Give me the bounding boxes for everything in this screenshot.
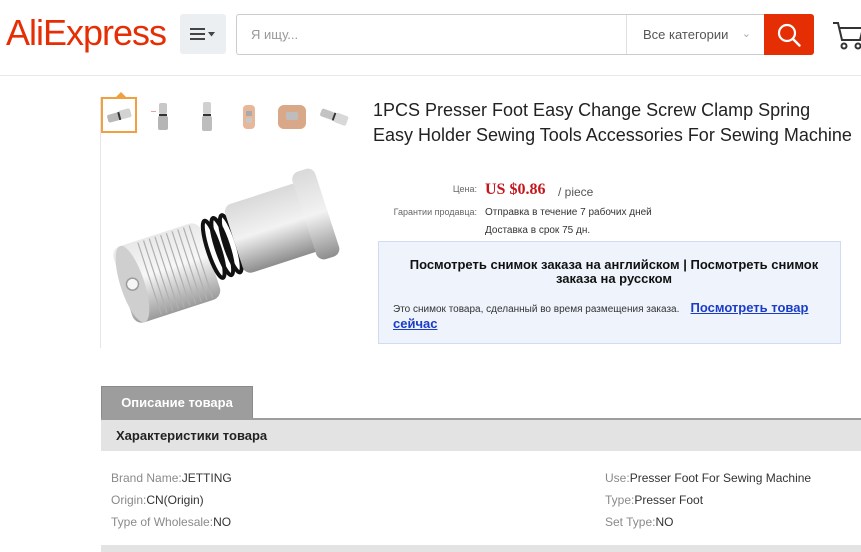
product-gallery — [100, 92, 353, 348]
spec-value: NO — [213, 515, 232, 529]
snapshot-english-link[interactable]: Посмотреть снимок заказа на английском — [410, 257, 680, 272]
spec-value: Presser Foot — [634, 493, 704, 507]
snapshot-note-text: Это снимок товара, сделанный во время ра… — [393, 304, 680, 315]
spec-key: Origin: — [111, 493, 147, 507]
aliexpress-logo[interactable]: AliExpress — [6, 15, 167, 51]
spec-key: Type of Wholesale: — [111, 515, 214, 529]
thumbnail-3[interactable] — [189, 99, 225, 135]
category-select[interactable]: Все категории ⌄ — [626, 15, 765, 54]
spec-value: CN(Origin) — [146, 493, 204, 507]
tab-product-description[interactable]: Описание товара — [101, 386, 253, 418]
spec-key: Set Type: — [605, 515, 656, 529]
section-divider — [101, 545, 861, 552]
thumbnail-2[interactable] — [145, 99, 181, 135]
category-select-label: Все категории — [643, 27, 729, 42]
spec-key: Brand Name: — [111, 471, 182, 485]
snapshot-separator: | — [683, 257, 687, 272]
spec-key: Type: — [605, 493, 635, 507]
spec-item: Type:Presser Foot — [605, 493, 703, 507]
product-thumbnail-image — [202, 102, 212, 131]
search-button[interactable] — [764, 14, 814, 55]
search-input[interactable] — [237, 15, 625, 54]
site-header: AliExpress Все категории ⌄ — [0, 0, 861, 76]
product-thumbnail-image — [243, 105, 255, 129]
spec-value: NO — [655, 515, 674, 529]
product-thumbnail-image — [107, 108, 132, 123]
product-price: US $0.86 — [485, 181, 546, 198]
price-label: Цена: — [452, 184, 477, 194]
price-unit: / piece — [558, 185, 594, 199]
product-title: 1PCS Presser Foot Easy Change Screw Clam… — [373, 100, 852, 145]
order-snapshot-panel: Посмотреть снимок заказа на английском |… — [378, 241, 841, 344]
search-box: Все категории ⌄ — [236, 14, 764, 55]
shopping-cart-icon[interactable] — [832, 18, 861, 52]
seller-guarantee-label: Гарантии продавца: — [393, 207, 477, 217]
hamburger-menu-icon — [190, 28, 215, 40]
spec-item: Brand Name:JETTING — [111, 471, 232, 485]
thumbnail-5[interactable] — [274, 99, 310, 135]
chevron-down-icon: ⌄ — [741, 28, 751, 40]
thumbnail-1[interactable] — [101, 92, 137, 133]
delivery-time: Доставка в срок 75 дн. — [485, 225, 591, 236]
snapshot-links: Посмотреть снимок заказа на английском |… — [409, 258, 819, 286]
spec-item: Type of Wholesale:NO — [111, 515, 231, 529]
dispatch-time: Отправка в течение 7 рабочих дней — [485, 207, 652, 218]
spec-item: Origin:CN(Origin) — [111, 493, 204, 507]
thumbnail-6[interactable] — [317, 99, 353, 135]
spec-value: Presser Foot For Sewing Machine — [629, 471, 812, 485]
spec-item: Use:Presser Foot For Sewing Machine — [605, 471, 811, 485]
categories-menu-button[interactable] — [180, 14, 226, 54]
spec-value: JETTING — [181, 471, 232, 485]
specs-header: Характеристики товара — [101, 418, 861, 451]
product-thumbnail-image — [278, 105, 306, 129]
product-thumbnail-image — [151, 103, 168, 130]
product-thumbnail-image — [320, 108, 349, 126]
spec-key: Use: — [605, 471, 630, 485]
product-main-image — [113, 168, 340, 323]
thumbnail-4[interactable] — [231, 99, 267, 135]
spec-item: Set Type:NO — [605, 515, 673, 529]
snapshot-note: Это снимок товара, сделанный во время ра… — [393, 301, 833, 333]
thumbnail-strip — [101, 92, 353, 137]
search-icon — [777, 23, 801, 47]
